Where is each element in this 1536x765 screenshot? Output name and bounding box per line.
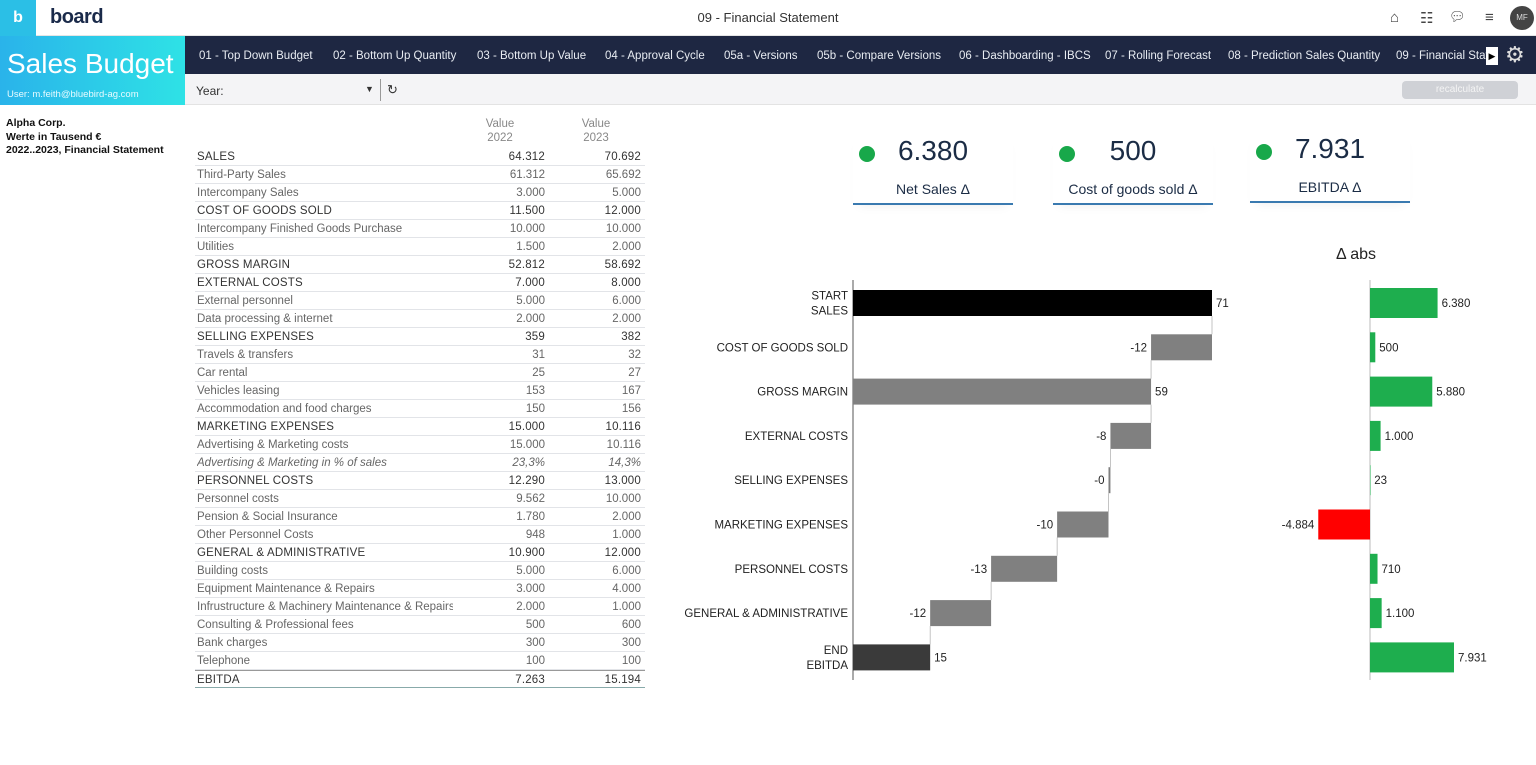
category-label: SALES [811, 306, 848, 318]
delta-bar [1370, 553, 1378, 584]
data-label: 59 [1155, 387, 1168, 399]
waterfall-bar [930, 600, 992, 627]
delta-bar [1370, 332, 1376, 363]
data-label: 71 [1216, 298, 1229, 310]
delta-bar [1370, 420, 1381, 451]
delta-label: 6.380 [1442, 298, 1471, 310]
delta-bar [1370, 642, 1454, 673]
waterfall-bar [1057, 511, 1109, 538]
delta-label: 500 [1379, 342, 1398, 354]
category-label: END [824, 645, 848, 657]
waterfall-bar [853, 290, 1212, 316]
delta-bar [1370, 465, 1371, 496]
delta-label: 5.880 [1436, 387, 1465, 399]
delta-label: 23 [1374, 475, 1387, 487]
delta-label: 710 [1382, 564, 1401, 576]
category-label: EBITDA [806, 660, 848, 672]
category-label: SELLING EXPENSES [734, 475, 848, 487]
delta-label: 1.100 [1386, 608, 1415, 620]
charts: 71 START SALES -12 COST OF GOODS SOLD 59 GROSS… [684, 280, 1487, 680]
category-label: COST OF GOODS SOLD [717, 342, 848, 354]
waterfall-bar [1108, 467, 1111, 494]
data-label: 15 [934, 652, 947, 664]
category-label: EXTERNAL COSTS [745, 431, 848, 443]
delta-label: 7.931 [1458, 652, 1487, 664]
waterfall-bar [853, 378, 1152, 405]
category-label: PERSONNEL COSTS [735, 564, 849, 576]
waterfall-bar [991, 555, 1058, 582]
delta-bar [1370, 598, 1382, 629]
data-label: -13 [970, 564, 987, 576]
data-label: -12 [910, 608, 927, 620]
category-label: GROSS MARGIN [757, 387, 848, 399]
waterfall-bar [1151, 334, 1212, 361]
category-label: GENERAL & ADMINISTRATIVE [684, 608, 848, 620]
delta-label: -4.884 [1282, 520, 1315, 532]
waterfall-bar [1110, 422, 1152, 449]
data-label: -10 [1036, 520, 1053, 532]
category-label: MARKETING EXPENSES [714, 520, 848, 532]
data-label: -0 [1094, 475, 1104, 487]
category-label: START [811, 291, 848, 303]
waterfall-bar [853, 644, 931, 671]
delta-bar [1370, 376, 1433, 407]
delta-label: 1.000 [1385, 431, 1414, 443]
data-label: -12 [1130, 342, 1147, 354]
delta-bar [1370, 288, 1438, 318]
delta-bar [1318, 509, 1370, 540]
data-label: -8 [1096, 431, 1106, 443]
